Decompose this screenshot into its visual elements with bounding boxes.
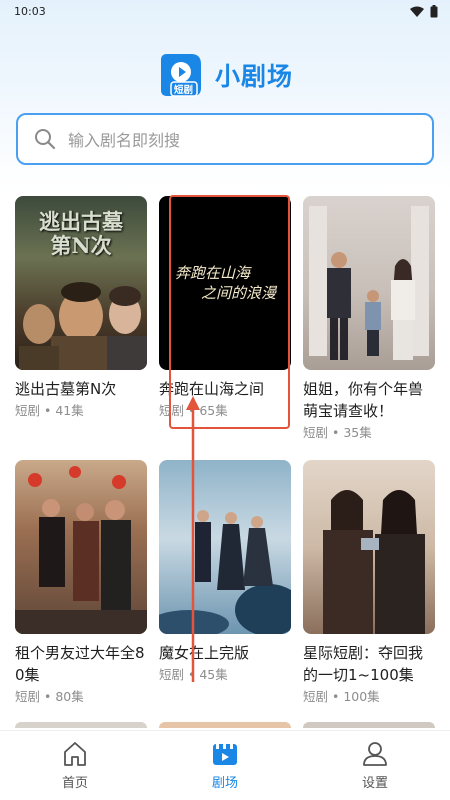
home-icon [64,742,86,766]
search-icon [35,129,56,150]
tab-home[interactable]: 首页 [0,731,150,800]
theater-icon [213,744,237,765]
drama-poster-partial [15,722,147,728]
wifi-icon [410,6,424,17]
drama-meta: 短剧 • 41集 [15,403,84,418]
drama-poster [15,460,147,634]
drama-poster [159,460,291,634]
drama-title: 姐姐，你有个年兽萌宝请查收！ [303,380,424,420]
drama-meta: 短剧 • 45集 [159,667,228,682]
drama-card[interactable]: 姐姐，你有个年兽萌宝请查收！ 短剧 • 35集 [303,196,435,442]
tab-theater[interactable]: 剧场 [150,731,300,800]
search-input[interactable]: 输入剧名即刻搜 [16,113,434,165]
app-logo: 短剧 [157,52,205,98]
tab-label: 首页 [61,776,88,791]
status-time: 10:03 [14,4,46,18]
drama-poster-partial [159,722,291,728]
app-title: 小剧场 [214,62,293,91]
drama-poster: 逃出古墓第N次 [15,196,147,370]
battery-icon [430,4,438,17]
drama-card[interactable]: 逃出古墓第N次 逃出古墓第N次 短剧 • 41集 [15,196,147,420]
drama-meta: 短剧 • 100集 [303,689,380,704]
tab-settings[interactable]: 设置 [300,731,450,800]
selection-highlight [169,195,290,429]
drama-title: 星际短剧：夺回我的一切1~100集 [303,644,424,684]
drama-title: 逃出古墓第N次 [15,380,117,398]
search-placeholder: 输入剧名即刻搜 [68,131,181,150]
logo-badge-text: 短剧 [173,85,193,96]
drama-card[interactable]: 魔女在上完版 短剧 • 45集 [159,460,291,684]
app-header: 短剧 小剧场 [0,52,450,98]
drama-meta: 短剧 • 80集 [15,689,84,704]
drama-card[interactable]: 星际短剧：夺回我的一切1~100集 短剧 • 100集 [303,460,435,706]
user-icon [363,742,387,766]
tab-label: 剧场 [211,776,238,791]
status-bar: 10:03 [0,0,450,22]
drama-poster [303,460,435,634]
drama-poster [303,196,435,370]
drama-poster-partial [303,722,435,728]
drama-meta: 短剧 • 35集 [303,425,372,440]
bottom-tab-bar: 首页 剧场 设置 [0,730,450,800]
swipe-up-arrow-icon [186,396,200,682]
drama-title: 租个男友过大年全80集 [15,644,145,684]
tab-label: 设置 [361,776,388,791]
poster-title-art: 逃出古墓第N次 [39,209,123,258]
drama-card[interactable]: 租个男友过大年全80集 短剧 • 80集 [15,460,147,706]
drama-title: 魔女在上完版 [159,644,250,662]
